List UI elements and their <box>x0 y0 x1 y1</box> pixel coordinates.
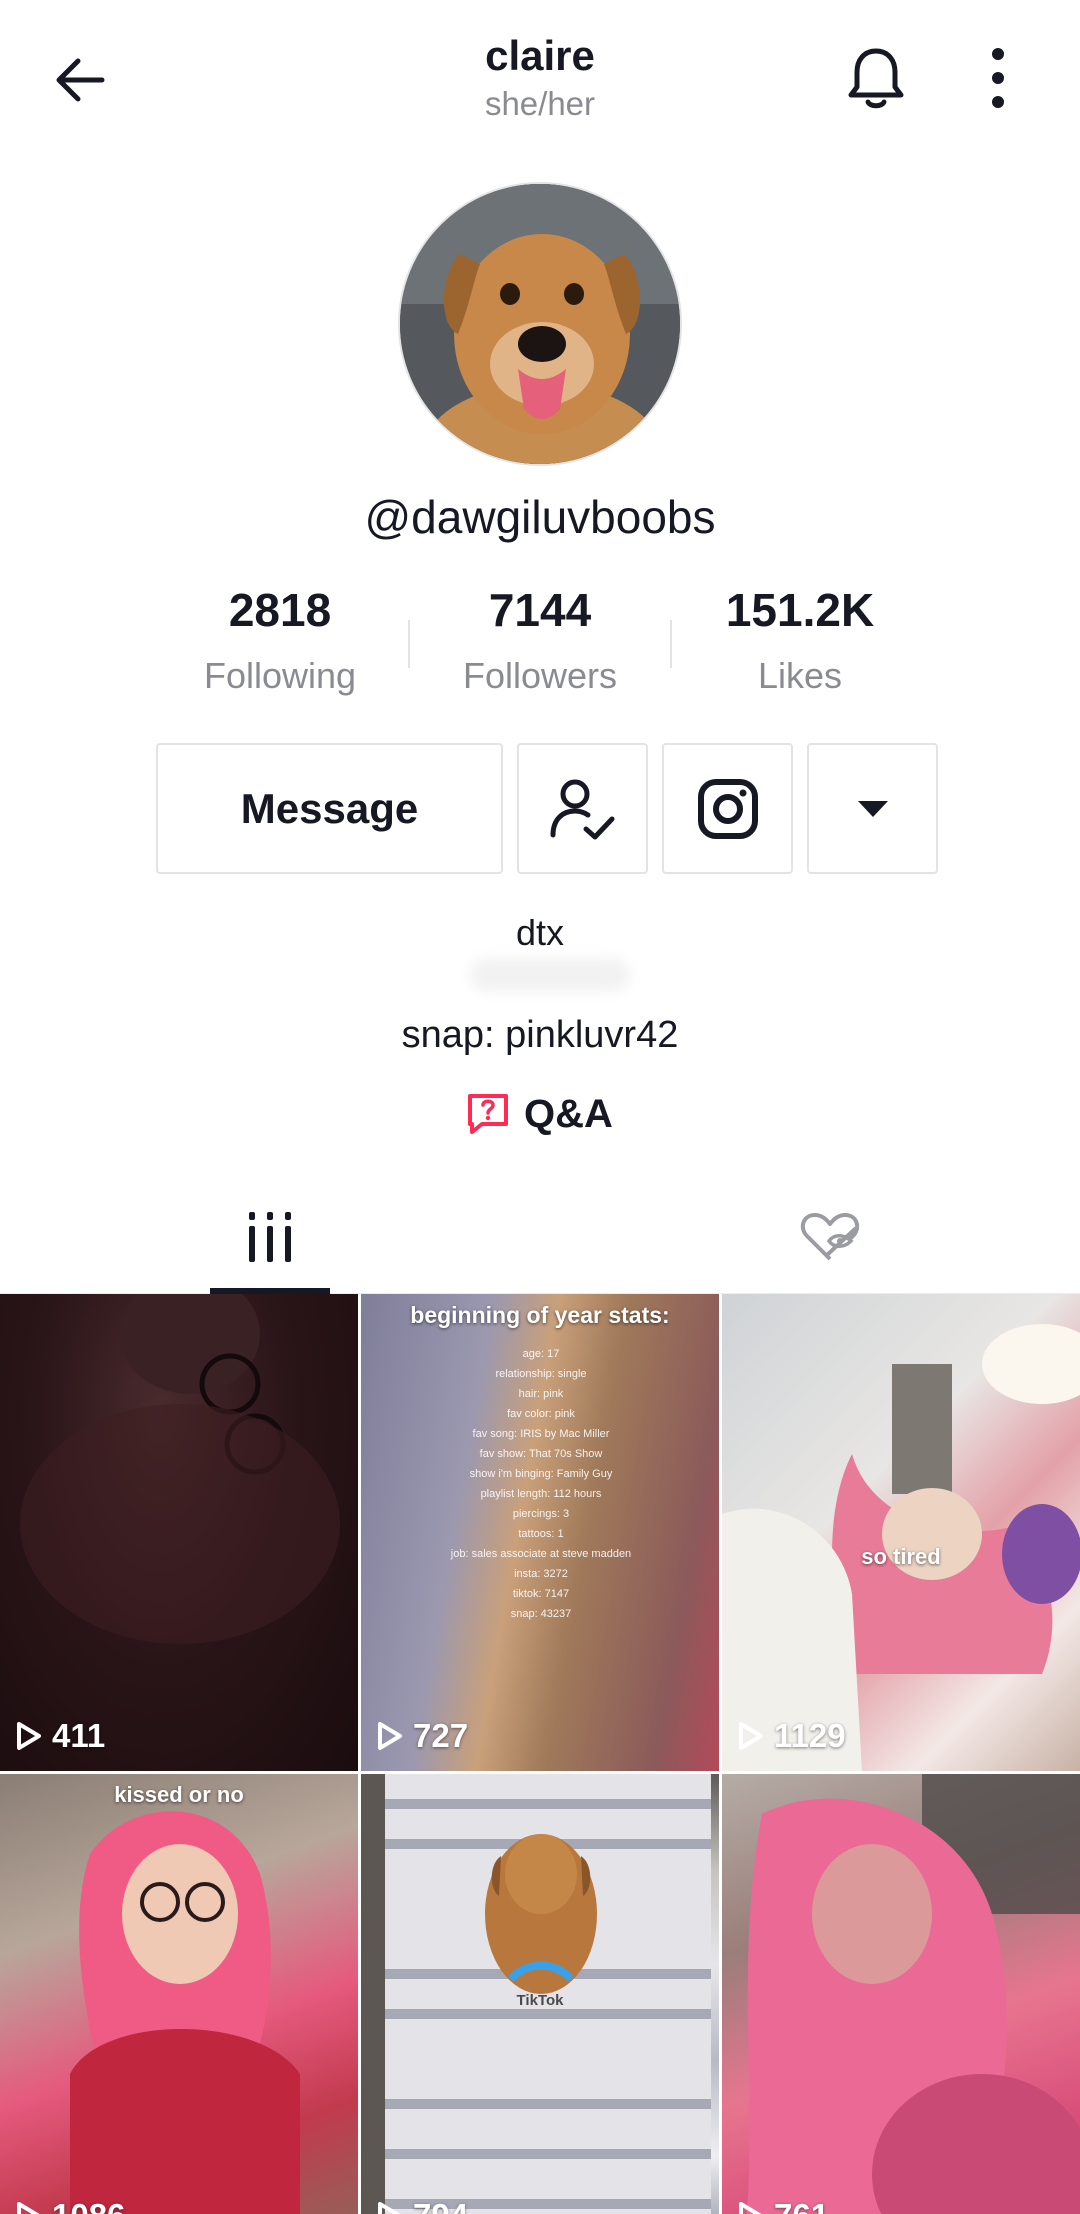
view-count: 794 <box>377 2197 468 2214</box>
content-tabs <box>0 1180 1080 1294</box>
stat-label: Following <box>203 655 357 696</box>
vertical-dots-icon <box>992 48 1004 108</box>
view-count-label: 761 <box>774 2197 829 2214</box>
video-tile[interactable]: kissed or no 1086 <box>0 1774 358 2214</box>
view-count: 1129 <box>738 1717 846 1755</box>
stats-line: fav song: IRIS by Mac Miller <box>472 1428 610 1440</box>
view-count-label: 1129 <box>774 1717 846 1754</box>
video-caption: so tired <box>861 1544 941 1569</box>
video-tile[interactable]: TikTok 794 <box>361 1774 719 2214</box>
instagram-button[interactable] <box>662 743 793 874</box>
stats-line: tiktok: 7147 <box>512 1588 570 1600</box>
stat-likes[interactable]: 151.2K Likes <box>670 580 930 710</box>
instagram-icon <box>697 778 758 839</box>
stats-line: age: 17 <box>522 1348 560 1360</box>
tiktok-watermark: TikTok <box>516 1992 564 2009</box>
video-caption: beginning of year stats: <box>410 1302 670 1328</box>
stat-label: Likes <box>757 655 843 696</box>
stats-line: snap: 43237 <box>510 1608 572 1620</box>
stats-line: fav show: That 70s Show <box>479 1448 603 1460</box>
bell-icon <box>848 48 904 109</box>
stat-value: 151.2K <box>725 584 875 636</box>
more-options-button[interactable] <box>958 38 1038 118</box>
username: @dawgiluvboobs <box>364 491 716 543</box>
play-outline-icon <box>378 2202 401 2214</box>
top-bar: claire she/her <box>0 0 1080 150</box>
arrow-left-icon <box>56 58 105 102</box>
stat-following[interactable]: 2818 Following <box>150 580 410 710</box>
view-count-label: 727 <box>413 1717 469 1754</box>
profile-stats: 2818 Following 7144 Followers 151.2K Lik… <box>150 580 930 710</box>
stat-followers[interactable]: 7144 Followers <box>410 580 670 710</box>
header-title-block: claire she/her <box>340 30 740 126</box>
bio-text: dtx <box>515 912 565 953</box>
video-tile[interactable]: 411 <box>0 1294 358 1771</box>
friends-button[interactable] <box>517 743 648 874</box>
grid-bars-icon <box>249 1212 291 1262</box>
bio-text-snap: snap: pinkluvr42 <box>401 1014 679 1056</box>
blurred-bio-emoji <box>470 958 630 992</box>
play-outline-icon <box>378 1722 402 1750</box>
tab-videos[interactable] <box>210 1180 330 1294</box>
video-grid: 411 beginning of year stats: age: 17 rel… <box>0 1294 1080 2214</box>
hidden-heart-icon <box>800 1213 860 1261</box>
user-check-icon <box>550 779 614 839</box>
stats-line: show i'm binging: Family Guy <box>469 1468 613 1480</box>
message-button[interactable]: Message <box>156 743 503 874</box>
notifications-button[interactable] <box>836 38 916 118</box>
stats-line: tattoos: 1 <box>518 1528 564 1540</box>
stat-value: 2818 <box>228 584 332 636</box>
video-tile[interactable]: 761 <box>722 1774 1080 2214</box>
video-thumbnail-art <box>746 1774 1080 2214</box>
stats-line: relationship: single <box>495 1368 587 1380</box>
view-count: 727 <box>377 1717 468 1755</box>
video-tile[interactable]: so tired 1129 <box>722 1294 1080 1771</box>
play-outline-icon <box>739 2202 762 2214</box>
more-dropdown-button[interactable] <box>807 743 938 874</box>
stats-line: playlist length: 112 hours <box>480 1488 602 1500</box>
avatar[interactable] <box>398 182 682 466</box>
qa-label: Q&A <box>524 1091 613 1136</box>
stat-label: Followers <box>462 655 618 696</box>
stats-line: fav color: pink <box>507 1408 575 1420</box>
qa-link[interactable]: Q&A <box>466 1084 613 1144</box>
back-button[interactable] <box>40 40 120 120</box>
view-count-label: 1086 <box>52 2197 125 2214</box>
view-count-label: 794 <box>413 2197 468 2214</box>
dog-avatar-image <box>400 184 680 464</box>
stats-line: hair: pink <box>518 1388 564 1400</box>
stat-value: 7144 <box>488 584 592 636</box>
caret-down-icon <box>857 800 888 817</box>
play-outline-icon <box>17 1722 41 1750</box>
view-count: 1086 <box>16 2197 125 2214</box>
stats-line: piercings: 3 <box>512 1508 570 1520</box>
view-count-label: 411 <box>52 1717 106 1754</box>
stats-line: insta: 3272 <box>514 1568 568 1580</box>
stats-line: job: sales associate at steve madden <box>450 1548 632 1560</box>
view-count: 411 <box>16 1717 105 1755</box>
video-tile[interactable]: beginning of year stats: age: 17 relatio… <box>361 1294 719 1771</box>
profile-actions: Message <box>156 743 938 874</box>
view-count: 761 <box>738 2197 829 2214</box>
tab-liked-videos[interactable] <box>770 1180 890 1294</box>
video-thumbnail-art <box>70 1811 300 2214</box>
pronouns: she/her <box>484 85 596 122</box>
question-bubble-icon <box>468 1094 508 1134</box>
page-title: claire <box>485 32 595 79</box>
play-outline-icon <box>739 1722 763 1750</box>
video-stats-list: age: 17 relationship: single hair: pink … <box>421 1344 661 1624</box>
video-thumbnail-art <box>722 1324 1080 1771</box>
video-caption: kissed or no <box>114 1782 244 1807</box>
video-thumbnail-art <box>20 1294 340 1644</box>
play-outline-icon <box>17 2202 40 2214</box>
